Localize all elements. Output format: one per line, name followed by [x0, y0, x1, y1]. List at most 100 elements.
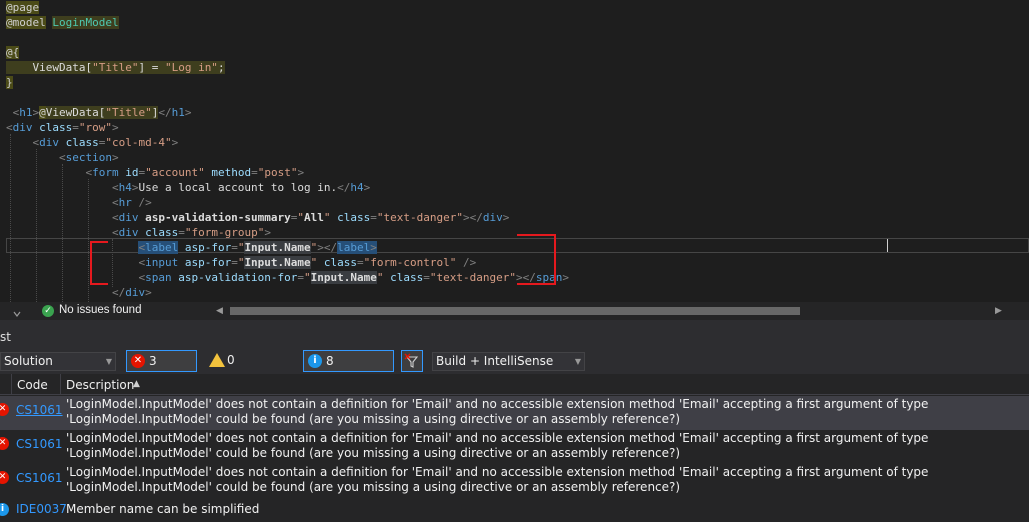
horizontal-scrollbar-thumb[interactable] — [230, 307, 800, 315]
code-token: > — [502, 211, 510, 224]
warning-icon — [209, 353, 225, 367]
source-dropdown[interactable]: Build + IntelliSense ▼ — [432, 352, 585, 371]
scope-dropdown-value: Solution — [4, 354, 53, 368]
code-line[interactable]: <form id="account" method="post"> — [6, 165, 304, 180]
code-line[interactable]: <label asp-for="Input.Name"></label> — [6, 240, 377, 255]
editor-status-bar: ✓ No issues found ◀ ▶ — [0, 302, 1029, 320]
scope-dropdown[interactable]: Solution ▼ — [0, 352, 116, 371]
scroll-left-arrow-icon[interactable]: ◀ — [216, 306, 223, 316]
code-token: div — [39, 136, 59, 149]
zoom-dropdown[interactable] — [2, 305, 22, 317]
code-token: class — [337, 211, 371, 224]
code-token: "form-control" — [363, 256, 457, 269]
code-token: ] = — [138, 61, 165, 74]
code-token: = — [370, 211, 377, 224]
message-row[interactable]: i IDE0037 Member name can be simplified — [0, 498, 1029, 522]
code-line[interactable]: @page — [6, 0, 40, 15]
code-token: h1 — [19, 106, 33, 119]
code-line[interactable]: @{ — [6, 45, 20, 60]
code-token: > — [562, 271, 569, 284]
column-header-code[interactable]: Code — [17, 378, 48, 392]
code-line[interactable]: <div class="col-md-4"> — [6, 135, 178, 150]
code-token: section — [65, 151, 112, 164]
warnings-filter-button[interactable]: 0 Warnings — [205, 350, 295, 387]
code-line[interactable]: <h4>Use a local account to log in.</h4> — [6, 180, 370, 195]
code-token: < — [6, 181, 119, 194]
code-token: > — [184, 106, 192, 119]
code-token: asp-for — [184, 241, 232, 254]
code-line[interactable]: } — [6, 75, 13, 90]
code-line[interactable]: @model LoginModel — [6, 15, 119, 30]
code-token: h1 — [171, 106, 185, 119]
code-token: div — [125, 286, 146, 299]
code-token: < — [6, 226, 119, 239]
error-row[interactable]: ✕ CS1061 'LoginModel.InputModel' does no… — [0, 396, 1029, 430]
code-line[interactable]: <h1>@ViewData["Title"]</h1> — [6, 105, 191, 120]
code-token: @page — [6, 1, 40, 14]
code-token: ></ — [317, 241, 338, 254]
issues-status-text[interactable]: No issues found — [59, 304, 141, 316]
error-code-link[interactable]: CS1061 — [16, 437, 63, 451]
error-icon: ✕ — [131, 354, 145, 368]
code-token: "Log in" — [164, 61, 218, 74]
code-line[interactable]: <input asp-for="Input.Name" class="form-… — [6, 255, 476, 270]
code-token: ViewData[ — [45, 106, 106, 119]
code-token: span — [145, 271, 172, 284]
code-line[interactable]: </div> — [6, 285, 152, 300]
code-token: "Title" — [105, 106, 152, 119]
code-token: </ — [6, 286, 126, 299]
code-token: < — [6, 256, 146, 269]
zoom-chevron-icon — [13, 311, 21, 317]
column-header-description[interactable]: Description — [66, 378, 134, 392]
code-line[interactable]: ViewData["Title"] = "Log in"; — [6, 60, 225, 75]
code-token: > — [370, 241, 377, 254]
code-token: ; — [217, 61, 225, 74]
errors-filter-button[interactable]: ✕ 3 Errors — [126, 350, 197, 388]
code-token: = — [423, 271, 430, 284]
code-token: > — [297, 166, 305, 179]
code-line[interactable]: <hr /> — [6, 195, 152, 210]
code-token: > — [264, 226, 271, 239]
error-row[interactable]: ✕ CS1061 'LoginModel.InputModel' does no… — [0, 464, 1029, 498]
code-token: id — [125, 166, 139, 179]
error-code-link[interactable]: CS1061 — [16, 403, 63, 417]
text-caret — [887, 239, 888, 252]
error-code-link[interactable]: CS1061 — [16, 471, 63, 485]
annotation-bracket-left — [90, 241, 108, 285]
scroll-right-arrow-icon[interactable]: ▶ — [995, 306, 1002, 316]
code-editor[interactable]: @page @model LoginModel @{ ViewData["Title… — [0, 0, 1029, 302]
code-token: class — [65, 136, 99, 149]
code-token: /> — [456, 256, 477, 269]
code-token: LoginModel — [52, 16, 119, 29]
code-line[interactable]: <div class="row"> — [6, 120, 119, 135]
error-icon: ✕ — [0, 471, 9, 484]
code-line[interactable]: <div asp-validation-summary="All" class=… — [6, 210, 509, 225]
column-separator — [60, 374, 61, 395]
chevron-down-icon: ▼ — [574, 357, 581, 366]
code-token: @model — [6, 16, 46, 29]
code-token: Use a local account to log in. — [138, 181, 338, 194]
code-token: ></ — [463, 211, 483, 224]
code-token: asp-validation-summary — [145, 211, 291, 224]
code-line[interactable]: <div class="form-group"> — [6, 225, 271, 240]
code-token: < — [6, 271, 146, 284]
error-icon: ✕ — [0, 437, 9, 450]
error-icon: ✕ — [0, 403, 9, 416]
chevron-down-icon: ▼ — [105, 357, 112, 366]
error-row[interactable]: ✕ CS1061 'LoginModel.InputModel' does no… — [0, 430, 1029, 464]
code-token: form — [92, 166, 119, 179]
clear-filter-button[interactable] — [401, 350, 423, 372]
code-token: div — [118, 226, 139, 239]
messages-filter-button[interactable]: i 8 Messages — [303, 350, 394, 388]
sort-ascending-icon: ▲ — [133, 379, 140, 389]
code-token: All — [304, 211, 324, 224]
code-line[interactable]: <section> — [6, 150, 119, 165]
message-code-link[interactable]: IDE0037 — [16, 502, 67, 516]
code-token: < — [6, 121, 13, 134]
code-token: < — [6, 196, 119, 209]
code-token: div — [118, 211, 139, 224]
